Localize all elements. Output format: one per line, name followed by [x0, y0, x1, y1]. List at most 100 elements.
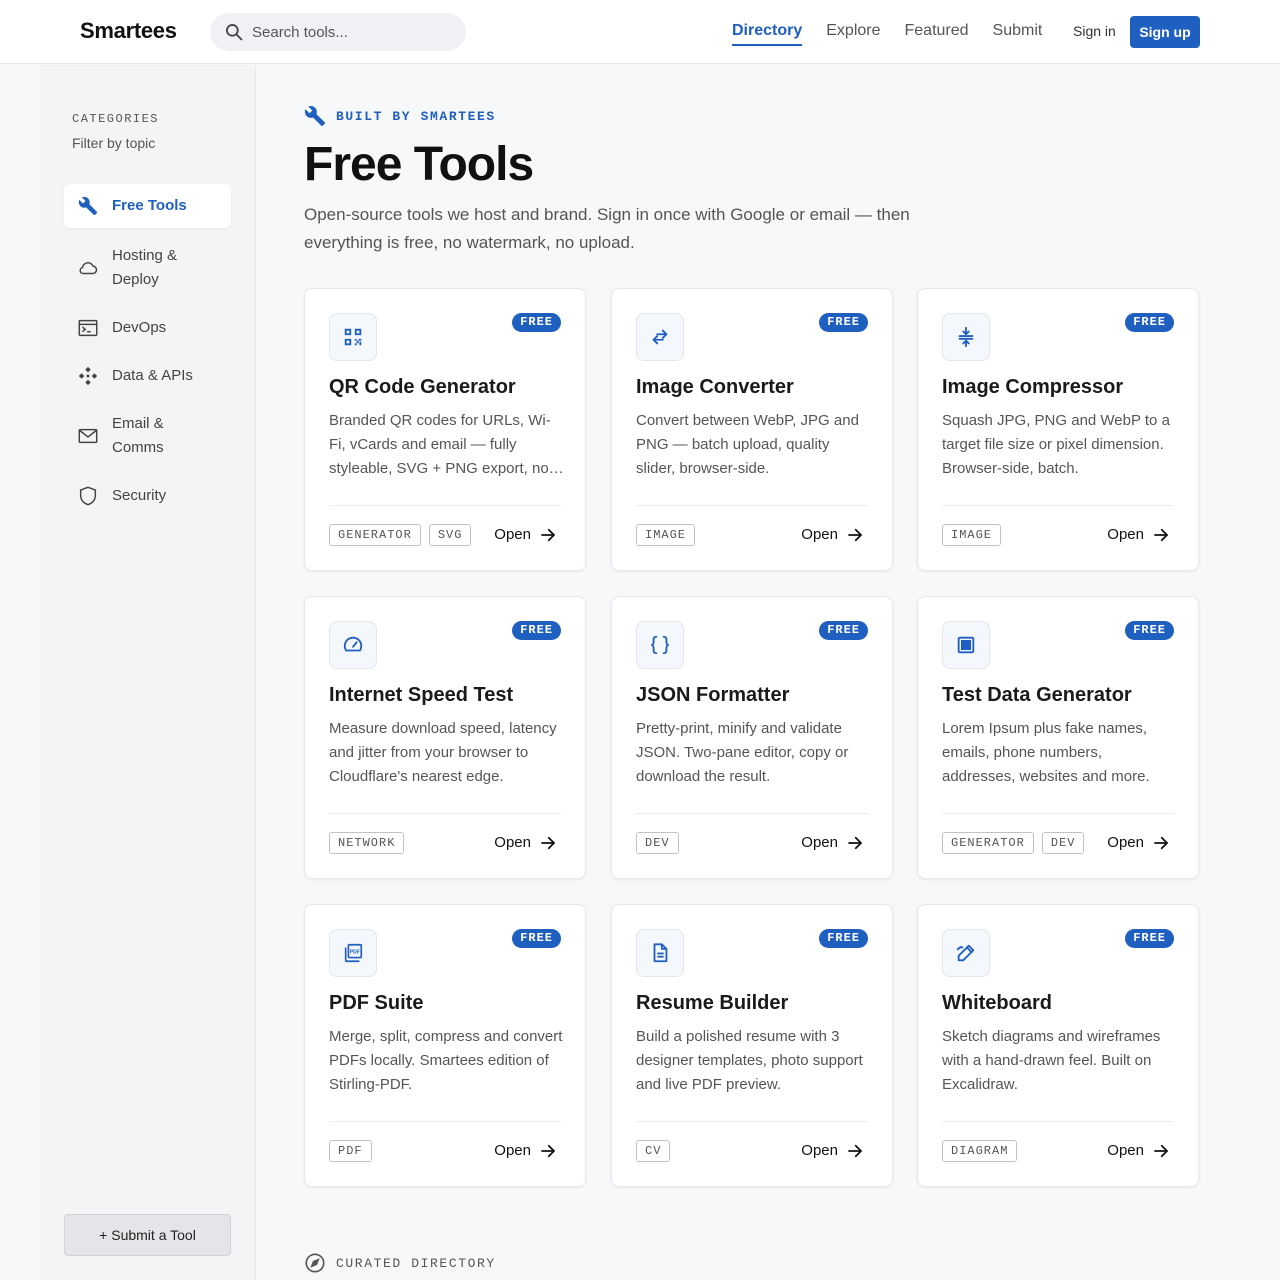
card-title[interactable]: Whiteboard [942, 992, 1052, 1015]
sidebar-item-hosting[interactable]: Hosting & Deploy [64, 232, 231, 304]
nav-featured[interactable]: Featured [905, 0, 969, 64]
free-badge: FREE [819, 313, 868, 332]
card-title[interactable]: PDF Suite [329, 992, 423, 1015]
arrow-right-icon [848, 1144, 862, 1158]
open-link[interactable]: Open [801, 524, 864, 546]
sidebar-item-devops[interactable]: DevOps [64, 304, 231, 352]
search-box[interactable] [210, 13, 466, 51]
nav-submit[interactable]: Submit [993, 0, 1043, 64]
card-description: Convert between WebP, JPG and PNG — batc… [636, 412, 859, 477]
open-link[interactable]: Open [1107, 1140, 1170, 1162]
tag[interactable]: DIAGRAM [942, 1140, 1018, 1162]
free-badge: FREE [819, 621, 868, 640]
card-title[interactable]: Image Converter [636, 376, 794, 399]
sidebar-item-email[interactable]: Email & Comms [64, 400, 231, 472]
card-description: Branded QR codes for URLs, Wi-Fi, vCards… [329, 412, 551, 477]
mail-icon [76, 424, 100, 448]
wrench-icon [304, 106, 326, 127]
tag[interactable]: IMAGE [636, 524, 696, 546]
tag[interactable]: DEV [1041, 832, 1085, 854]
tool-card[interactable]: FREE Whiteboard Sketch diagrams and wire… [917, 904, 1199, 1187]
free-badge: FREE [512, 621, 561, 640]
arrow-right-icon [1154, 528, 1168, 542]
tool-card[interactable]: FREE Image Converter Convert between Web… [611, 288, 893, 571]
tool-card[interactable]: PDF FREE PDF Suite Merge, split, compres… [304, 904, 586, 1187]
open-label: Open [801, 526, 838, 543]
tool-card[interactable]: FREE Image Compressor Squash JPG, PNG an… [917, 288, 1199, 571]
tool-card[interactable]: FREE QR Code Generator Branded QR codes … [304, 288, 586, 571]
sign-in-link[interactable]: Sign in [1073, 23, 1116, 39]
category-list: Free Tools Hosting & Deploy DevOps Data … [64, 184, 231, 520]
open-label: Open [494, 834, 531, 851]
card-description: Merge, split, compress and convert PDFs … [329, 1028, 563, 1093]
free-badge: FREE [1125, 929, 1174, 948]
tag[interactable]: NETWORK [329, 832, 405, 854]
open-link[interactable]: Open [1107, 524, 1170, 546]
card-title[interactable]: JSON Formatter [636, 684, 789, 707]
sidebar-item-label: Data & APIs [112, 367, 193, 384]
free-badge: FREE [512, 313, 561, 332]
sidebar-item-label: Hosting & Deploy [112, 247, 178, 288]
arrow-right-icon [1154, 1144, 1168, 1158]
top-bar: Smartees Directory Explore Featured Subm… [0, 0, 1280, 64]
card-divider [329, 505, 561, 506]
card-divider [942, 505, 1174, 506]
card-description: Squash JPG, PNG and WebP to a target fil… [942, 412, 1170, 477]
cloud-icon [76, 256, 100, 280]
tool-card[interactable]: FREE Resume Builder Build a polished res… [611, 904, 893, 1187]
card-divider [329, 813, 561, 814]
tool-card[interactable]: FREE Test Data Generator Lorem Ipsum plu… [917, 596, 1199, 879]
tag[interactable]: IMAGE [942, 524, 1002, 546]
open-link[interactable]: Open [494, 832, 557, 854]
sidebar-item-data-apis[interactable]: Data & APIs [64, 352, 231, 400]
open-link[interactable]: Open [1107, 832, 1170, 854]
sidebar-item-free-tools[interactable]: Free Tools [64, 184, 231, 228]
compass-icon [305, 1253, 325, 1273]
sidebar-item-security[interactable]: Security [64, 472, 231, 520]
free-badge: FREE [819, 929, 868, 948]
document-icon [636, 929, 684, 977]
card-tags: GENERATOR SVG [329, 524, 472, 546]
card-title[interactable]: Image Compressor [942, 376, 1123, 399]
card-divider [942, 813, 1174, 814]
compress-icon [942, 313, 990, 361]
tag[interactable]: GENERATOR [942, 832, 1034, 854]
sign-up-button[interactable]: Sign up [1130, 16, 1200, 48]
free-badge: FREE [512, 929, 561, 948]
tag[interactable]: SVG [428, 524, 472, 546]
sidebar-item-label: DevOps [112, 319, 167, 336]
tool-card[interactable]: FREE Internet Speed Test Measure downloa… [304, 596, 586, 879]
search-input[interactable] [252, 23, 452, 41]
pdf-icon: PDF [329, 929, 377, 977]
tag[interactable]: DEV [636, 832, 679, 854]
swap-arrows-icon [636, 313, 684, 361]
card-title[interactable]: Internet Speed Test [329, 684, 513, 707]
open-link[interactable]: Open [494, 524, 557, 546]
open-link[interactable]: Open [494, 1140, 557, 1162]
brand-logo[interactable]: Smartees [80, 18, 177, 44]
arrow-right-icon [848, 836, 862, 850]
eyebrow-label: BUILT BY SMARTEES [336, 108, 496, 124]
free-badge: FREE [1125, 621, 1174, 640]
submit-tool-button[interactable]: + Submit a Tool [64, 1214, 231, 1256]
nav-explore[interactable]: Explore [826, 0, 880, 64]
card-title[interactable]: Resume Builder [636, 992, 788, 1015]
tag[interactable]: PDF [329, 1140, 372, 1162]
card-tags: DEV [636, 832, 679, 854]
arrow-right-icon [541, 1144, 555, 1158]
terminal-icon [76, 316, 100, 340]
nav-directory[interactable]: Directory [732, 0, 803, 64]
card-title[interactable]: Test Data Generator [942, 684, 1132, 707]
card-title[interactable]: QR Code Generator [329, 376, 516, 399]
sidebar: CATEGORIES Filter by topic Free Tools Ho… [40, 65, 256, 1280]
eyebrow: BUILT BY SMARTEES [304, 105, 496, 127]
open-link[interactable]: Open [801, 1140, 864, 1162]
api-icon [76, 364, 100, 388]
tag[interactable]: GENERATOR [329, 524, 421, 546]
main-nav: Directory Explore Featured Submit [732, 0, 1042, 64]
tool-card[interactable]: FREE JSON Formatter Pretty-print, minify… [611, 596, 893, 879]
tag[interactable]: CV [636, 1140, 671, 1162]
sidebar-item-label: Email & Comms [112, 415, 164, 456]
open-link[interactable]: Open [801, 832, 864, 854]
wrench-icon [76, 194, 100, 218]
